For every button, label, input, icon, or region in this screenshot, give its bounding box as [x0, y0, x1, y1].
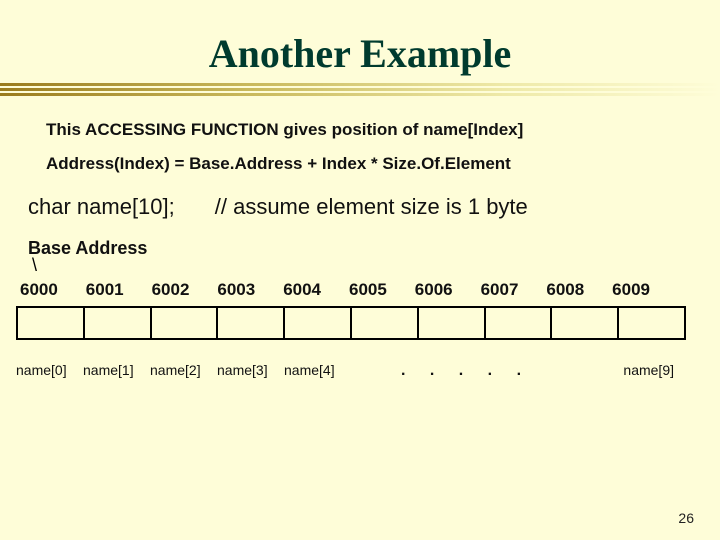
- text-line-1: This ACCESSING FUNCTION gives position o…: [46, 120, 674, 140]
- index-label: name[1]: [83, 362, 150, 378]
- memory-cell: [352, 308, 419, 338]
- memory-cell: [486, 308, 553, 338]
- index-label: name[2]: [150, 362, 217, 378]
- address-row: 6000 6001 6002 6003 6004 6005 6006 6007 …: [16, 280, 674, 300]
- address-cell: 6006: [411, 280, 477, 300]
- memory-cell: [152, 308, 219, 338]
- memory-cell: [85, 308, 152, 338]
- text-line-2: Address(Index) = Base.Address + Index * …: [46, 154, 674, 174]
- address-cell: 6001: [82, 280, 148, 300]
- memory-cell: [419, 308, 486, 338]
- address-cell: 6007: [477, 280, 543, 300]
- memory-cell: [218, 308, 285, 338]
- address-cell: 6004: [279, 280, 345, 300]
- address-cell: 6008: [542, 280, 608, 300]
- address-cell: 6009: [608, 280, 674, 300]
- address-cell: 6003: [213, 280, 279, 300]
- comment-text: // assume element size is 1 byte: [215, 194, 528, 220]
- page-number: 26: [678, 510, 694, 526]
- index-label: name[0]: [16, 362, 83, 378]
- address-cell: 6002: [148, 280, 214, 300]
- index-label: name[3]: [217, 362, 284, 378]
- declaration-text: char name[10];: [28, 194, 175, 220]
- slide-title: Another Example: [0, 0, 720, 83]
- address-cell: 6005: [345, 280, 411, 300]
- index-label-row: name[0] name[1] name[2] name[3] name[4] …: [16, 362, 674, 380]
- divider-bar: [0, 83, 720, 86]
- memory-cell: [619, 308, 684, 338]
- memory-cell: [285, 308, 352, 338]
- content-area: This ACCESSING FUNCTION gives position o…: [0, 98, 720, 380]
- index-label: name[4]: [284, 362, 351, 378]
- address-cell: 6000: [16, 280, 82, 300]
- divider-bar: [0, 93, 720, 96]
- code-row: char name[10]; // assume element size is…: [28, 194, 674, 220]
- ellipsis-dots: . . . . .: [351, 362, 531, 380]
- divider-bar: [0, 88, 720, 91]
- memory-boxes: [16, 306, 686, 340]
- memory-cell: [552, 308, 619, 338]
- memory-cell: [18, 308, 85, 338]
- index-label-last: name[9]: [623, 362, 674, 378]
